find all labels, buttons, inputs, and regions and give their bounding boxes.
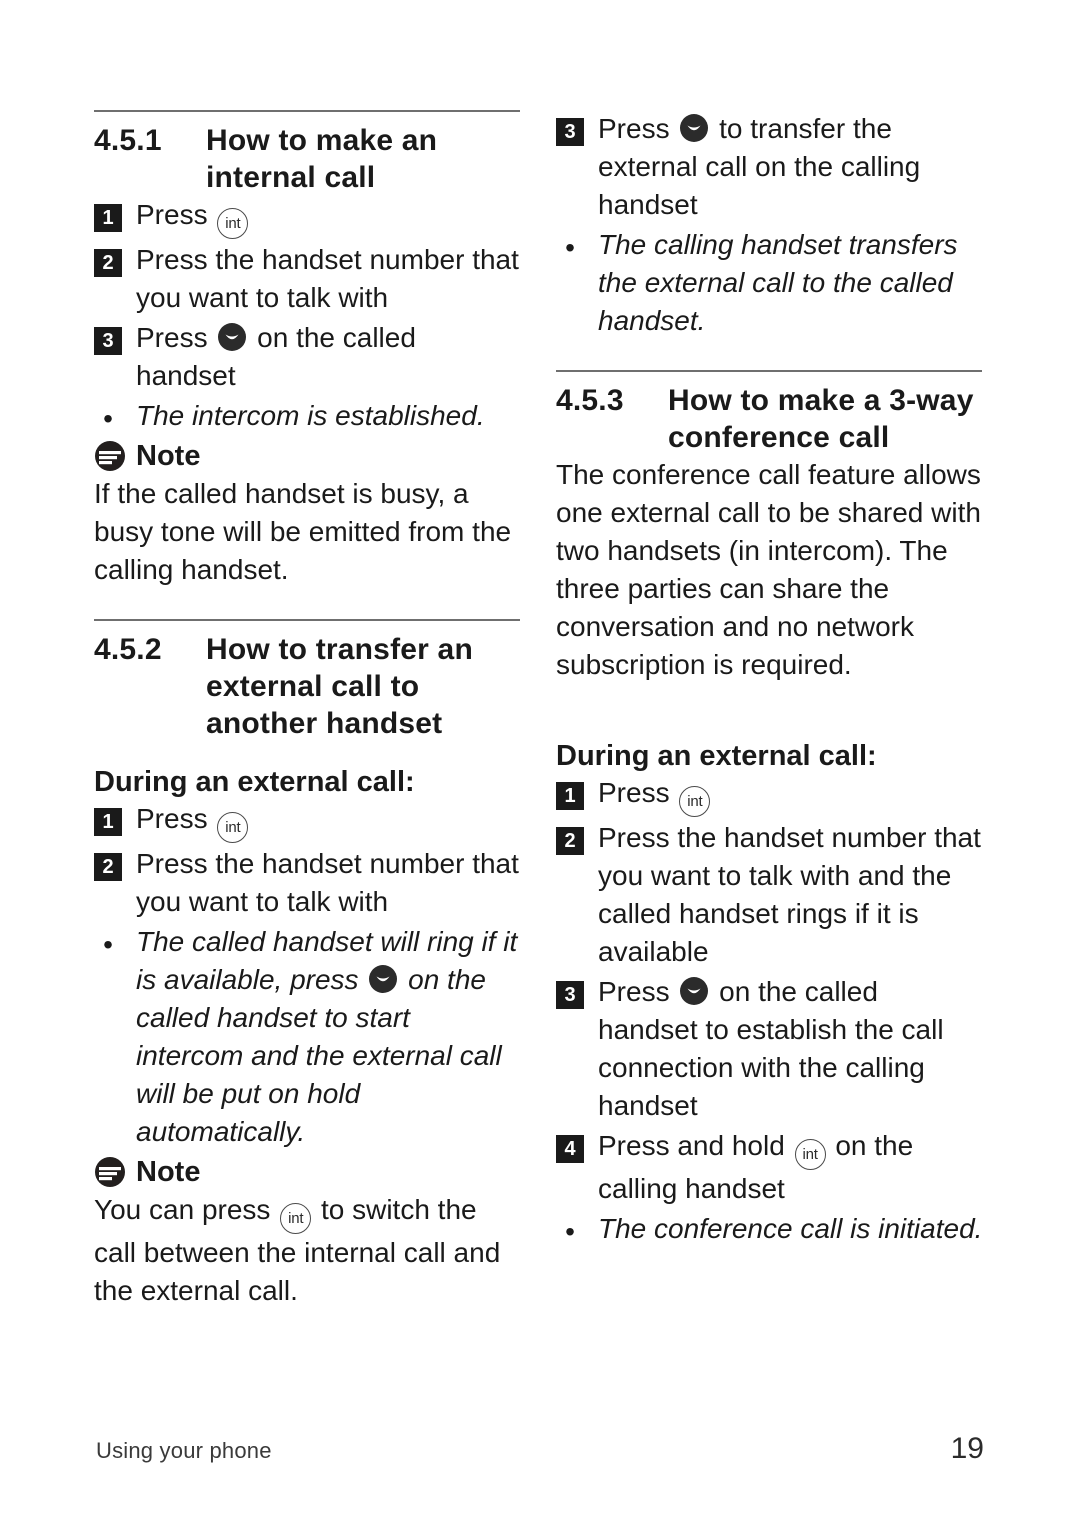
sub-heading-452: During an external call:: [94, 766, 415, 798]
step-number: 2: [556, 827, 584, 855]
step-number: 1: [556, 782, 584, 810]
step-number: 2: [94, 853, 122, 881]
step-text: Press to transfer the external call on t…: [598, 110, 984, 224]
step-number: 4: [556, 1135, 584, 1163]
note-text-part1: You can press: [94, 1194, 279, 1225]
section-heading-452: 4.5.2 How to transfer an external call t…: [94, 631, 522, 742]
bullet-dot-icon: •: [565, 232, 575, 263]
left-column: 4.5.1 How to make an internal call 1 Pre…: [94, 110, 522, 1310]
bullet-item-453: • The conference call is initiated.: [556, 1210, 984, 1248]
step-text: Press the handset number that you want t…: [136, 244, 519, 313]
step-item: 1 Press int: [94, 196, 522, 239]
intro-paragraph-453: The conference call feature allows one e…: [556, 459, 981, 680]
note-text-451: If the called handset is busy, a busy to…: [94, 478, 512, 585]
document-page: 4.5.1 How to make an internal call 1 Pre…: [0, 0, 1080, 1527]
footer-page-number: 19: [950, 1432, 984, 1465]
step-text: Press and hold int on the calling handse…: [598, 1127, 984, 1208]
step-text: Press int: [136, 800, 522, 843]
bullet-text: The intercom is established.: [136, 400, 485, 431]
step-item: 3 Press on the called handset to establi…: [556, 973, 984, 1125]
sub-heading-453: During an external call:: [556, 740, 877, 772]
step-number: 3: [94, 327, 122, 355]
talk-key-icon: [679, 113, 709, 143]
step-text-before: Press: [136, 803, 216, 834]
step-text-before: Press: [598, 777, 678, 808]
int-key-icon: int: [794, 1139, 826, 1170]
bullet-dot-icon: •: [565, 1216, 575, 1247]
steps-list-452-continued: 3 Press to transfer the external call on…: [556, 110, 984, 224]
bullet-item-452: • The called handset will ring if it is …: [94, 923, 522, 1151]
step-text-before: Press: [136, 322, 216, 353]
section-heading-451: 4.5.1 How to make an internal call: [94, 122, 522, 196]
section-title: How to transfer an external call to anot…: [206, 633, 473, 740]
note-header-452: Note: [94, 1155, 522, 1189]
talk-key-icon: [679, 976, 709, 1006]
step-number: 2: [94, 249, 122, 277]
step-number: 1: [94, 204, 122, 232]
step-text: Press the handset number that you want t…: [136, 848, 519, 917]
page-footer: Using your phone 19: [96, 1432, 984, 1466]
section-number: 4.5.3: [556, 384, 624, 417]
section-divider-top-left: [94, 110, 520, 112]
section-number: 4.5.1: [94, 124, 162, 157]
step-item: 3 Press on the called handset: [94, 319, 522, 395]
talk-key-icon: [368, 964, 398, 994]
step-item: 2 Press the handset number that you want…: [556, 819, 984, 971]
note-text-452: You can press int to switch the call bet…: [94, 1191, 522, 1310]
step-text: Press int: [136, 196, 522, 239]
bullet-dot-icon: •: [103, 929, 113, 960]
steps-list-453: 1 Press int 2 Press the handset number t…: [556, 774, 984, 1208]
section-number: 4.5.2: [94, 633, 162, 666]
step-text: Press on the called handset: [136, 319, 522, 395]
section-divider-453: [556, 370, 982, 372]
int-key-icon: int: [217, 208, 249, 239]
step-text-before: Press: [598, 976, 678, 1007]
step-text-before: Press and hold: [598, 1130, 793, 1161]
section-divider-452: [94, 619, 520, 621]
step-text: Press on the called handset to establish…: [598, 973, 984, 1125]
bullet-text: The called handset will ring if it is av…: [136, 923, 522, 1151]
int-key-icon: int: [679, 786, 711, 817]
step-number: 3: [556, 981, 584, 1009]
bullet-item-451: • The intercom is established.: [94, 397, 522, 435]
step-item: 2 Press the handset number that you want…: [94, 241, 522, 317]
bullet-dot-icon: •: [103, 403, 113, 434]
int-key-icon: int: [217, 812, 249, 843]
steps-list-451: 1 Press int 2 Press the handset number t…: [94, 196, 522, 395]
step-number: 1: [94, 808, 122, 836]
bullet-text: The conference call is initiated.: [598, 1213, 983, 1244]
step-text-before: Press: [598, 113, 678, 144]
steps-list-452: 1 Press int 2 Press the handset number t…: [94, 800, 522, 921]
talk-key-icon: [217, 322, 247, 352]
note-label: Note: [136, 440, 201, 472]
note-icon: [94, 440, 126, 472]
bullet-text: The calling handset transfers the extern…: [598, 229, 958, 336]
note-label: Note: [136, 1156, 201, 1188]
step-item: 1 Press int: [94, 800, 522, 843]
section-title: How to make a 3-way conference call: [668, 384, 974, 454]
step-item: 1 Press int: [556, 774, 984, 817]
footer-chapter-label: Using your phone: [96, 1438, 272, 1463]
step-text-before: Press: [136, 199, 216, 230]
section-heading-453: 4.5.3 How to make a 3-way conference cal…: [556, 382, 984, 456]
step-number: 3: [556, 118, 584, 146]
bullet-item-452-continued: • The calling handset transfers the exte…: [556, 226, 984, 340]
step-item: 2 Press the handset number that you want…: [94, 845, 522, 921]
note-icon: [94, 1156, 126, 1188]
step-text: Press the handset number that you want t…: [598, 822, 981, 967]
int-key-icon: int: [280, 1203, 312, 1234]
right-column: 3 Press to transfer the external call on…: [556, 110, 984, 1248]
step-text: Press int: [598, 774, 984, 817]
step-item: 3 Press to transfer the external call on…: [556, 110, 984, 224]
note-header-451: Note: [94, 439, 522, 473]
step-item: 4 Press and hold int on the calling hand…: [556, 1127, 984, 1208]
section-title: How to make an internal call: [206, 124, 438, 194]
